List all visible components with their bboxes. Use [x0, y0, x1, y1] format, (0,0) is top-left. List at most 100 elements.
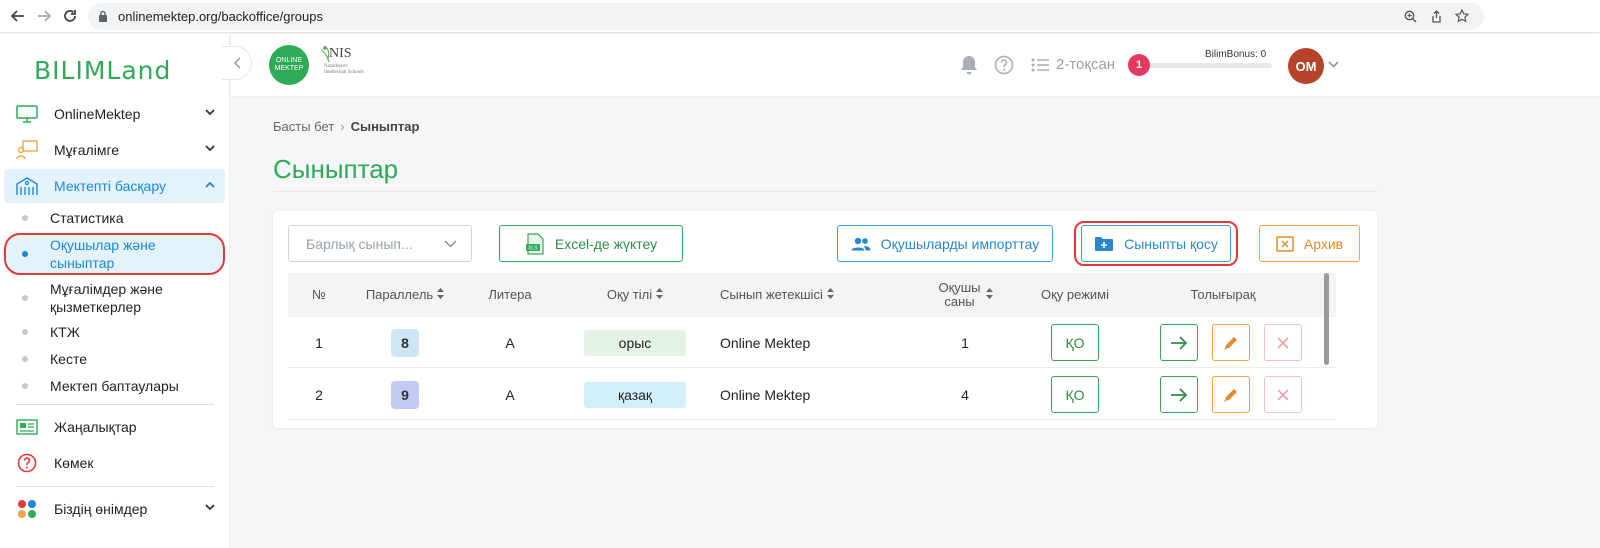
bullet-dot — [22, 383, 28, 389]
top-header: ONLINE MEKTEP NIS Nazarbayev Intellectua… — [231, 34, 1600, 96]
cell-litera: А — [505, 386, 515, 403]
archive-label: Архив — [1303, 235, 1344, 252]
sidebar-item-help[interactable]: Көмек — [4, 446, 225, 480]
study-mode-button[interactable]: ҚО — [1051, 376, 1099, 413]
quarter-selector[interactable]: 2-тоқсан — [1056, 56, 1115, 73]
add-class-button[interactable]: Сыныпты қосу — [1081, 225, 1231, 262]
cell-students: 1 — [961, 334, 969, 351]
cell-mode: ҚО — [1020, 369, 1130, 420]
open-class-button[interactable] — [1160, 324, 1198, 361]
lang-chip: орыс — [584, 329, 686, 356]
back-icon[interactable] — [8, 6, 28, 26]
sidebar-subitem-ktzh[interactable]: КТЖ — [4, 322, 225, 342]
forward-icon[interactable] — [34, 6, 54, 26]
sidebar-item-onlinemektep[interactable]: OnlineMektep — [4, 97, 225, 131]
sidebar-subitem-label: Мектеп баптаулары — [50, 378, 179, 394]
sidebar-subitem-school-settings[interactable]: Мектеп баптаулары — [4, 376, 225, 396]
nis-logo-text: NIS — [329, 46, 352, 61]
col-header-extra: Толығырақ — [1130, 273, 1316, 317]
sort-icon[interactable] — [826, 287, 834, 303]
col-header-label: Оқу режимі — [1040, 287, 1109, 302]
study-mode-button[interactable]: ҚО — [1051, 324, 1099, 361]
table-row: 2 9 А қазақ Online Mektep 4 ҚО — [288, 369, 1336, 420]
open-class-button[interactable] — [1160, 376, 1198, 413]
cell-num: 1 — [315, 334, 323, 351]
sidebar-item-label: Көмек — [54, 455, 94, 471]
class-filter-value: Барлық сынып... — [306, 236, 413, 252]
archive-button[interactable]: Архив — [1259, 225, 1360, 262]
col-header-label: Оқушы саны — [938, 280, 981, 309]
breadcrumb-current: Сыныптар — [350, 119, 420, 134]
excel-download-button[interactable]: XLS Excel-де жүктеу — [499, 225, 683, 262]
import-students-label: Оқушыларды импорттау — [880, 235, 1040, 252]
sort-icon[interactable] — [656, 287, 664, 303]
page-title: Сыныптар — [273, 154, 399, 184]
edit-class-button[interactable] — [1212, 324, 1250, 361]
sidebar-subitem-schedule[interactable]: Кесте — [4, 349, 225, 369]
sidebar-divider — [16, 404, 214, 405]
close-icon — [1277, 388, 1289, 401]
archive-box-icon — [1276, 235, 1294, 252]
nis-logo-subtitle: Nazarbayev Intellectual Schools — [324, 64, 364, 75]
sidebar-subitem-teachers-and-staff[interactable]: Мұғалімдер және қызметкерлер — [4, 279, 225, 317]
bilimland-logo[interactable]: BILIMLand — [34, 56, 171, 85]
sidebar-subitem-label: Мұғалімдер және қызметкерлер — [50, 281, 163, 315]
avatar[interactable]: OM — [1288, 48, 1324, 84]
breadcrumb-home-link[interactable]: Басты бет — [273, 119, 334, 134]
chevron-down-icon — [444, 237, 457, 251]
col-header-label: Оқу тілі — [606, 287, 653, 302]
delete-class-button[interactable] — [1264, 376, 1302, 413]
bookmark-star-icon[interactable] — [1454, 8, 1470, 24]
bilimbonus-label: BilimBonus: 0 — [1205, 49, 1267, 60]
add-class-label: Сыныпты қосу — [1124, 235, 1218, 252]
reload-icon[interactable] — [60, 6, 80, 26]
table-header: № Параллель Литера Оқу тілі Сынып жетекш… — [288, 273, 1336, 317]
users-icon — [851, 237, 871, 251]
col-header-label: Сынып жетекшісі — [720, 287, 823, 302]
table-scrollbar[interactable] — [1324, 273, 1329, 365]
lock-icon — [99, 10, 107, 22]
help-icon[interactable] — [993, 54, 1015, 76]
import-students-button[interactable]: Оқушыларды импорттау — [837, 225, 1053, 262]
col-header-lang[interactable]: Оқу тілі — [560, 273, 710, 317]
table-row: 1 8 А орыс Online Mektep 1 ҚО — [288, 317, 1336, 368]
sort-icon[interactable] — [985, 287, 993, 303]
list-icon[interactable] — [1029, 54, 1051, 76]
edit-class-button[interactable] — [1212, 376, 1250, 413]
sidebar-subitem-label: Статистика — [50, 210, 124, 226]
pencil-icon — [1224, 336, 1237, 350]
bell-icon[interactable] — [958, 54, 980, 76]
share-icon[interactable] — [1428, 8, 1444, 24]
col-header-parallel[interactable]: Параллель — [350, 273, 460, 317]
class-filter-select[interactable]: Барлық сынып... — [288, 225, 472, 262]
col-header-teacher[interactable]: Сынып жетекшісі — [710, 273, 910, 317]
sidebar-item-teacher[interactable]: Мұғалімге — [4, 133, 225, 167]
sidebar-subitem-label: КТЖ — [50, 324, 80, 340]
sidebar-item-school-management[interactable]: Мектепті басқару — [4, 169, 225, 203]
delete-class-button[interactable] — [1264, 324, 1302, 361]
address-bar[interactable]: onlinemektep.org/backoffice/groups — [88, 3, 1484, 30]
breadcrumb: Басты бет › Сыныптар — [273, 119, 419, 134]
sidebar: BILIMLand OnlineMektep Мұғалімге Мектепт… — [0, 34, 230, 548]
zoom-icon[interactable] — [1402, 8, 1418, 24]
bullet-dot — [22, 251, 28, 257]
onlinemektep-logo[interactable]: ONLINE MEKTEP — [269, 45, 309, 85]
bullet-dot — [22, 356, 28, 362]
chevron-left-icon — [233, 57, 241, 69]
chevron-down-icon[interactable] — [1328, 59, 1339, 71]
sidebar-subitem-statistics[interactable]: Статистика — [4, 208, 225, 228]
sidebar-item-our-products[interactable]: Біздің өнімдер — [4, 492, 225, 526]
sidebar-item-label: Мұғалімге — [54, 142, 120, 158]
col-header-students[interactable]: Оқушы саны — [910, 273, 1020, 317]
url-text: onlinemektep.org/backoffice/groups — [118, 9, 323, 24]
chevron-up-icon — [205, 179, 215, 191]
chevron-down-icon — [205, 502, 215, 514]
cell-parallel: 8 — [350, 317, 460, 368]
sidebar-item-news[interactable]: Жаңалықтар — [4, 410, 225, 444]
parallel-badge: 9 — [391, 380, 419, 409]
sidebar-subitem-students-and-classes[interactable]: Оқушылар және сыныптар — [4, 233, 225, 275]
lang-chip: қазақ — [584, 381, 686, 408]
school-building-icon — [14, 175, 40, 197]
title-divider — [273, 191, 1377, 192]
sort-icon[interactable] — [437, 287, 445, 303]
